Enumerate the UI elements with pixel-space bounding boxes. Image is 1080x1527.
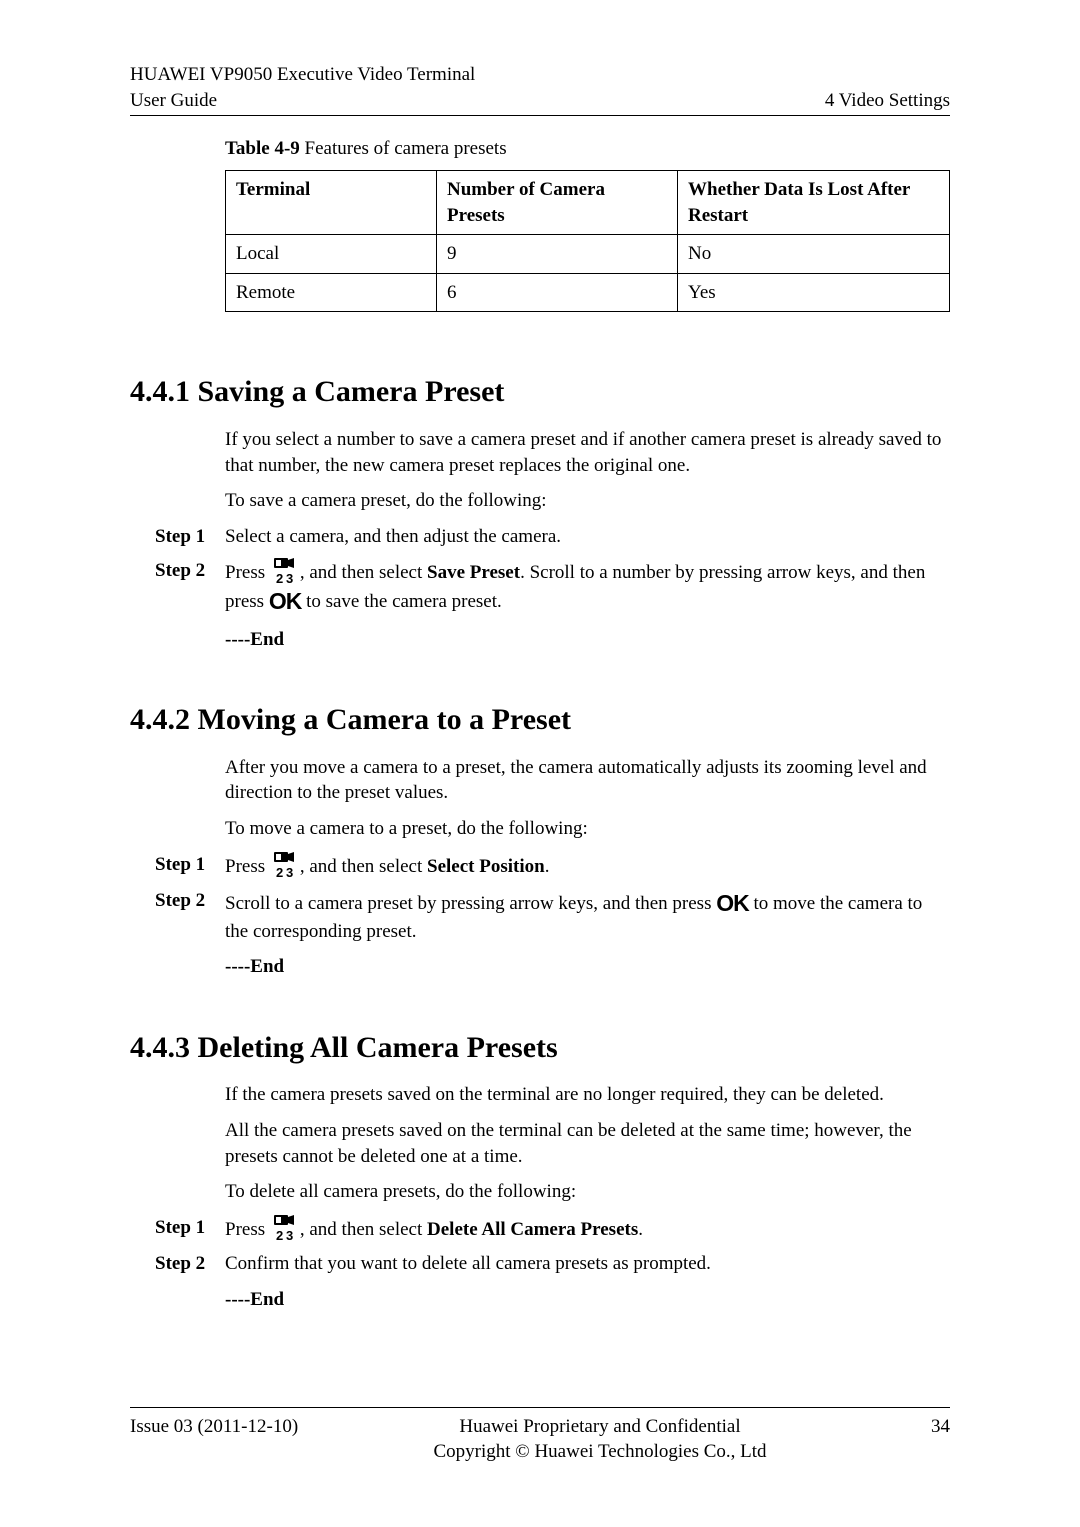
s442-step2-a: Scroll to a camera preset by pressing ar… — [225, 893, 716, 914]
header-chapter: 4 Video Settings — [825, 88, 950, 114]
s442-p1: After you move a camera to a preset, the… — [225, 755, 950, 806]
footer-center1: Huawei Proprietary and Confidential — [310, 1414, 890, 1440]
s442-step1-bold: Select Position — [427, 856, 545, 877]
s441-step2-body: Press , and then select Save Preset. Scr… — [225, 558, 950, 617]
header-product-line2: User Guide — [130, 88, 475, 114]
s443-p2: All the camera presets saved on the term… — [225, 1118, 950, 1169]
heading-441: 4.4.1 Saving a Camera Preset — [130, 372, 950, 413]
td-terminal: Local — [226, 235, 437, 274]
s441-step1-body: Select a camera, and then adjust the cam… — [225, 524, 950, 550]
table-row: Remote 6 Yes — [226, 273, 950, 312]
s443-step1-body: Press , and then select Delete All Camer… — [225, 1215, 950, 1243]
th-terminal: Terminal — [226, 170, 437, 234]
s442-step2-body: Scroll to a camera preset by pressing ar… — [225, 888, 950, 945]
s441-step1-label: Step 1 — [155, 524, 225, 550]
s441-step2-d: to save the camera preset. — [301, 591, 501, 612]
s442-step1-body: Press , and then select Select Position. — [225, 852, 950, 880]
s442-step2-label: Step 2 — [155, 888, 225, 914]
s441-step2-a: Press — [225, 562, 270, 583]
td-number: 6 — [437, 273, 678, 312]
ok-icon: OK — [269, 588, 302, 614]
td-lost: Yes — [678, 273, 950, 312]
heading-443: 4.4.3 Deleting All Camera Presets — [130, 1028, 950, 1069]
footer-page: 34 — [890, 1414, 950, 1465]
footer-center2: Copyright © Huawei Technologies Co., Ltd — [310, 1439, 890, 1465]
td-lost: No — [678, 235, 950, 274]
s442-step1-c: . — [545, 856, 550, 877]
s442-step1-label: Step 1 — [155, 852, 225, 878]
ok-icon: OK — [716, 890, 749, 916]
s443-step1-b: , and then select — [300, 1219, 427, 1240]
s443-step2-label: Step 2 — [155, 1251, 225, 1277]
header-product-line1: HUAWEI VP9050 Executive Video Terminal — [130, 62, 475, 88]
table-header-row: Terminal Number of Camera Presets Whethe… — [226, 170, 950, 234]
td-number: 9 — [437, 235, 678, 274]
s443-p1: If the camera presets saved on the termi… — [225, 1082, 950, 1108]
s443-end: ----End — [225, 1287, 950, 1313]
td-terminal: Remote — [226, 273, 437, 312]
s443-step1-label: Step 1 — [155, 1215, 225, 1241]
s443-step2-body: Confirm that you want to delete all came… — [225, 1251, 950, 1277]
s441-end: ----End — [225, 627, 950, 653]
footer-issue: Issue 03 (2011-12-10) — [130, 1414, 310, 1465]
s441-step2-bold1: Save Preset — [427, 562, 520, 583]
s442-end: ----End — [225, 954, 950, 980]
table-row: Local 9 No — [226, 235, 950, 274]
s443-step1-c: . — [638, 1219, 643, 1240]
th-lost: Whether Data Is Lost After Restart — [678, 170, 950, 234]
s442-step1-b: , and then select — [300, 856, 427, 877]
camera-presets-table: Terminal Number of Camera Presets Whethe… — [225, 170, 950, 313]
table-caption-text: Features of camera presets — [300, 138, 507, 159]
s442-p2: To move a camera to a preset, do the fol… — [225, 816, 950, 842]
header-rule — [130, 115, 950, 116]
s441-p2: To save a camera preset, do the followin… — [225, 488, 950, 514]
heading-442: 4.4.2 Moving a Camera to a Preset — [130, 700, 950, 741]
camera-preset-icon — [272, 558, 298, 586]
table-caption: Table 4-9 Features of camera presets — [225, 136, 950, 162]
s443-p3: To delete all camera presets, do the fol… — [225, 1179, 950, 1205]
s441-p1: If you select a number to save a camera … — [225, 427, 950, 478]
camera-preset-icon — [272, 852, 298, 880]
s443-step1-a: Press — [225, 1219, 270, 1240]
footer-rule — [130, 1407, 950, 1408]
camera-preset-icon — [272, 1215, 298, 1243]
th-number: Number of Camera Presets — [437, 170, 678, 234]
s441-step2-b: , and then select — [300, 562, 427, 583]
s442-step1-a: Press — [225, 856, 270, 877]
s443-step1-bold: Delete All Camera Presets — [427, 1219, 638, 1240]
table-caption-label: Table 4-9 — [225, 138, 300, 159]
s441-step2-label: Step 2 — [155, 558, 225, 584]
